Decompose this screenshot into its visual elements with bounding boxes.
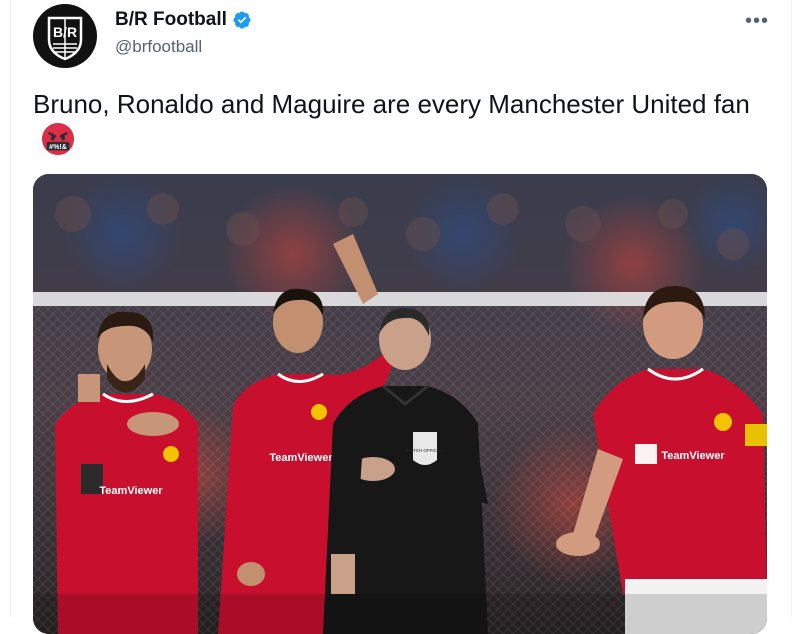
- svg-text:TeamViewer: TeamViewer: [99, 485, 163, 497]
- tweet-text: Bruno, Ronaldo and Maguire are every Man…: [33, 86, 763, 159]
- svg-text:B/R: B/R: [53, 24, 77, 40]
- svg-text:TeamViewer: TeamViewer: [661, 450, 725, 462]
- tweet-body: Bruno, Ronaldo and Maguire are every Man…: [33, 89, 750, 119]
- svg-text:TeamViewer: TeamViewer: [269, 452, 333, 464]
- br-logo: B/R: [47, 16, 83, 61]
- verified-badge-icon: [233, 11, 251, 29]
- author-avatar[interactable]: B/R: [33, 4, 97, 68]
- author-handle[interactable]: @brfootball: [115, 37, 202, 57]
- tweet-photo[interactable]: TeamViewer TeamViewer MATCH OFFICIAL Tea…: [33, 174, 767, 634]
- author-display-name[interactable]: B/R Football: [115, 9, 227, 31]
- match-photo: TeamViewer TeamViewer MATCH OFFICIAL Tea…: [33, 174, 767, 634]
- more-options-icon[interactable]: •••: [745, 10, 769, 33]
- tweet-card[interactable]: B/R B/R Football @brfootball ••• Bruno, …: [10, 0, 792, 634]
- svg-text:#%!&: #%!&: [49, 143, 67, 151]
- face-with-symbols-on-mouth-icon: #%!&: [41, 123, 75, 156]
- svg-text:MATCH OFFICIAL: MATCH OFFICIAL: [406, 448, 444, 453]
